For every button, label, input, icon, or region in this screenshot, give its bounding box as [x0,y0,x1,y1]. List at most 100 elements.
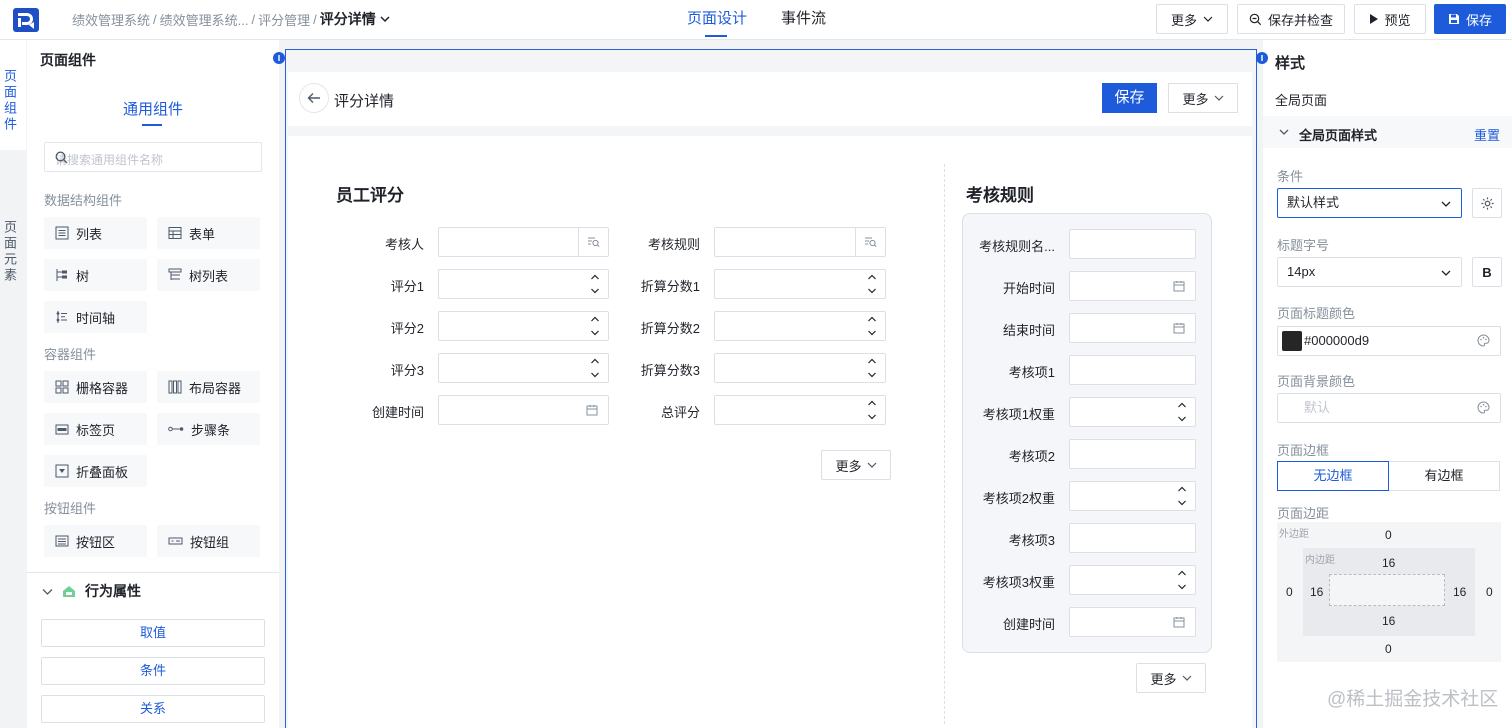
calendar-icon[interactable] [586,404,598,416]
date-input[interactable] [438,395,609,425]
text-input[interactable] [1069,355,1196,385]
rule-more-button[interactable]: 更多 [1136,663,1206,693]
lookup-icon[interactable] [855,228,885,256]
breadcrumb-item[interactable]: 绩效管理系统 [72,10,150,29]
margin-top-value[interactable]: 0 [1385,528,1392,542]
stepper-icon[interactable] [590,273,600,295]
text-input[interactable] [1069,523,1196,553]
relation-button[interactable]: 关系 [41,695,265,723]
component-collapse[interactable]: 折叠面板 [44,455,147,487]
component-tree[interactable]: 树 [44,259,147,291]
global-style-section[interactable]: 全局页面样式 重置 [1263,116,1512,148]
title-color-input[interactable]: #000000d9 [1277,326,1501,356]
component-button-area[interactable]: 按钮区 [44,525,147,557]
stepper-icon[interactable] [867,315,877,337]
form-more-button[interactable]: 更多 [821,450,891,480]
date-input[interactable] [1069,271,1196,301]
color-swatch[interactable] [1282,331,1302,351]
text-input[interactable] [1069,439,1196,469]
breadcrumb-item[interactable]: 评分管理 [258,10,310,29]
calendar-icon[interactable] [1173,280,1185,292]
component-steps[interactable]: 步骤条 [157,413,260,445]
component-layout[interactable]: 布局容器 [157,371,260,403]
breadcrumb-current[interactable]: 评分详情 [320,9,376,29]
component-list[interactable]: 列表 [44,217,147,249]
stepper-icon[interactable] [590,315,600,337]
tab-page-design[interactable]: 页面设计 [687,0,747,38]
stepper-icon[interactable] [1177,401,1187,423]
lookup-icon[interactable] [578,228,608,256]
side-tab-page-elements[interactable]: 页面元素 [0,190,26,300]
save-button[interactable]: 保存 [1434,4,1506,34]
reset-link[interactable]: 重置 [1474,125,1500,144]
breadcrumb-item[interactable]: 绩效管理系统... [160,10,249,29]
chevron-down-icon[interactable] [380,14,390,24]
side-tab-page-components[interactable]: 页面组件 [0,40,26,150]
canvas-save-button[interactable]: 保存 [1102,83,1157,113]
component-tabs[interactable]: 标签页 [44,413,147,445]
number-input[interactable] [1069,397,1196,427]
lookup-input[interactable] [714,227,886,257]
number-input[interactable] [438,353,609,383]
number-input[interactable] [714,269,886,299]
number-input[interactable] [714,311,886,341]
component-form[interactable]: 表单 [157,217,260,249]
calendar-icon[interactable] [1173,616,1185,628]
padding-left-value[interactable]: 16 [1310,585,1323,599]
bold-toggle-button[interactable]: B [1472,257,1502,287]
lookup-input[interactable] [438,227,609,257]
margin-left-value[interactable]: 0 [1286,585,1293,599]
palette-icon[interactable] [1477,334,1490,347]
number-input[interactable] [714,395,886,425]
padding-top-value[interactable]: 16 [1382,556,1395,570]
padding-bottom-value[interactable]: 16 [1382,614,1395,628]
more-button[interactable]: 更多 [1156,4,1228,34]
behavior-header[interactable]: 行为属性 [42,581,141,601]
stepper-icon[interactable] [1177,485,1187,507]
number-input[interactable] [438,311,609,341]
condition-select[interactable]: 默认样式 [1277,188,1462,218]
collapse-right-handle-icon[interactable] [1256,52,1268,64]
date-input[interactable] [1069,607,1196,637]
number-input[interactable] [714,353,886,383]
condition-button[interactable]: 条件 [41,657,265,685]
component-grid[interactable]: 栅格容器 [44,371,147,403]
tab-event-flow[interactable]: 事件流 [781,0,826,38]
date-input[interactable] [1069,313,1196,343]
component-button-group[interactable]: 按钮组 [157,525,260,557]
stepper-icon[interactable] [867,273,877,295]
bg-color-input[interactable]: 默认 [1277,393,1501,423]
app-logo-icon[interactable] [13,8,39,32]
font-size-select[interactable]: 14px [1277,257,1462,287]
save-and-check-button[interactable]: 保存并检查 [1237,4,1345,34]
search-icon[interactable] [55,151,247,164]
component-tree-list[interactable]: 树列表 [157,259,260,291]
number-input[interactable] [1069,565,1196,595]
back-button[interactable] [299,83,329,113]
preview-button[interactable]: 预览 [1354,4,1426,34]
number-input[interactable] [438,269,609,299]
number-input[interactable] [1069,481,1196,511]
margin-bottom-value[interactable]: 0 [1385,642,1392,656]
tab-common-components[interactable]: 通用组件 [27,98,279,119]
gear-icon [1480,196,1495,211]
condition-settings-button[interactable] [1472,188,1502,218]
padding-right-value[interactable]: 16 [1453,585,1466,599]
stepper-icon[interactable] [867,357,877,379]
value-button[interactable]: 取值 [41,619,265,647]
canvas-more-button[interactable]: 更多 [1168,83,1238,113]
margin-right-value[interactable]: 0 [1486,585,1493,599]
collapse-left-handle-icon[interactable] [273,52,285,64]
stepper-icon[interactable] [1177,569,1187,591]
no-border-option[interactable]: 无边框 [1277,461,1389,491]
stepper-icon[interactable] [590,357,600,379]
palette-icon[interactable] [1477,401,1490,414]
design-canvas[interactable]: 评分详情 保存 更多 员工评分 考核人 评分1 评分2 评分3 创建时间 考核规则 折算分数… [285,49,1257,728]
group-title: 容器组件 [44,347,97,362]
stepper-icon[interactable] [867,399,877,421]
component-timeline[interactable]: 时间轴 [44,301,147,333]
component-search-input[interactable]: 请搜索通用组件名称 [44,142,262,172]
with-border-option[interactable]: 有边框 [1388,461,1500,491]
calendar-icon[interactable] [1173,322,1185,334]
text-input[interactable] [1069,229,1196,259]
